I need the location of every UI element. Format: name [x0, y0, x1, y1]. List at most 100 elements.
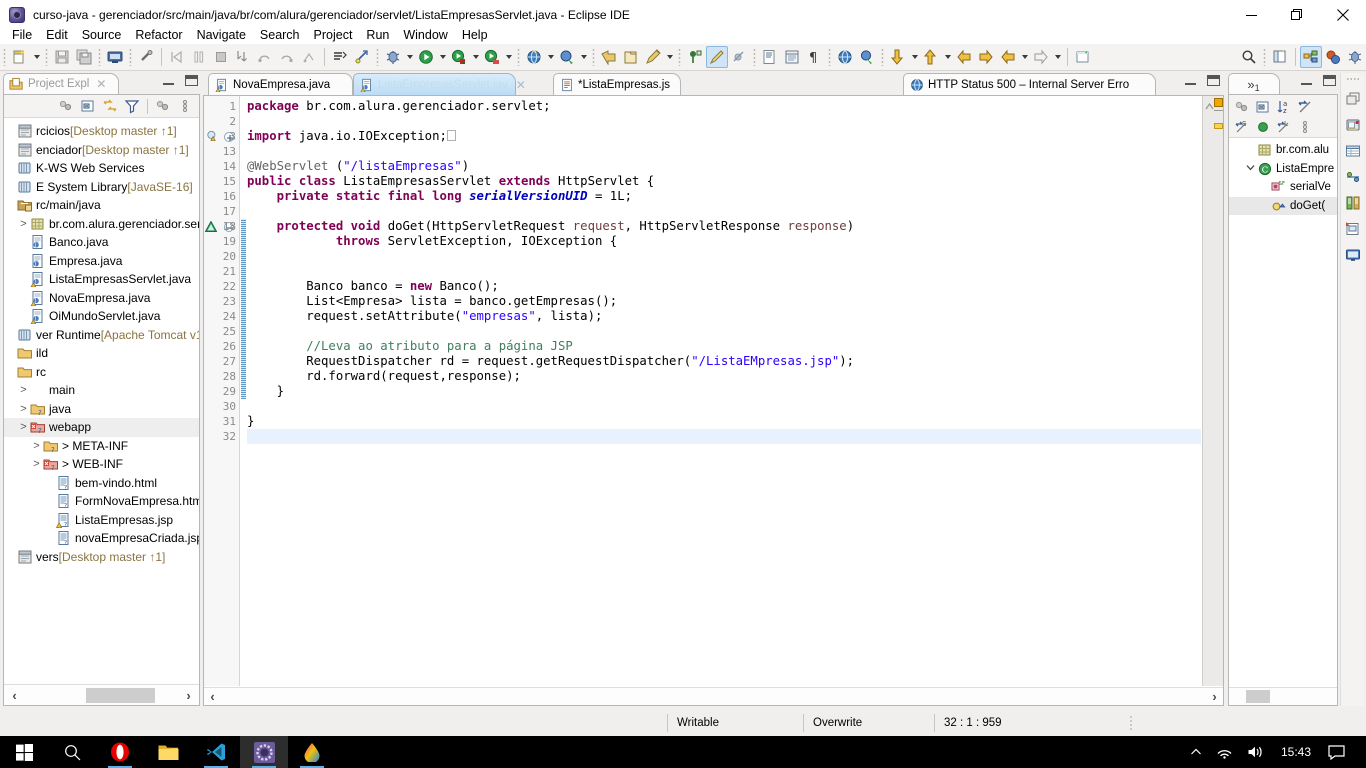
toolbar-grip-5[interactable]	[376, 48, 379, 66]
tree-item[interactable]: rc/main/java	[4, 196, 199, 215]
view-menu-dots-icon[interactable]	[1232, 97, 1252, 116]
last-edit-location-icon[interactable]	[997, 46, 1019, 68]
previous-annotation-dropdown-icon[interactable]	[942, 46, 953, 68]
open-browser-icon[interactable]	[523, 46, 545, 68]
view-menu-dots-2-icon[interactable]	[153, 96, 173, 116]
forward-icon[interactable]	[975, 46, 997, 68]
wifi-icon[interactable]	[1209, 736, 1240, 768]
link-broken-icon[interactable]	[135, 46, 157, 68]
view-menu-dots-icon[interactable]	[56, 96, 76, 116]
new-wizard-dropdown-icon[interactable]	[31, 46, 42, 68]
editor-hscroll-track[interactable]	[221, 689, 1206, 704]
debug-dropdown-icon[interactable]	[404, 46, 415, 68]
outline-item[interactable]: C ListaEmpre	[1229, 160, 1337, 179]
toolbar-grip-7[interactable]	[592, 48, 595, 66]
tree-expand-arrow-icon[interactable]: >	[17, 384, 30, 396]
data-source-explorer-icon[interactable]	[1342, 165, 1364, 188]
code-line[interactable]: }	[247, 384, 1201, 399]
code-line[interactable]: throws ServletException, IOException {	[247, 234, 1201, 249]
taskbar-eclipse-icon[interactable]	[240, 736, 288, 768]
menu-help[interactable]: Help	[455, 27, 495, 43]
save-all-icon[interactable]	[73, 46, 95, 68]
overview-marker-warning[interactable]	[1214, 98, 1223, 107]
collapsed-imports-box[interactable]	[446, 130, 456, 141]
code-line[interactable]: }	[247, 414, 1201, 429]
drop-to-frame-icon[interactable]	[298, 46, 320, 68]
tree-item[interactable]: J NovaEmpresa.java	[4, 289, 199, 308]
debug-server-icon[interactable]	[481, 46, 503, 68]
editor-tab[interactable]: J NovaEmpresa.java	[208, 73, 353, 95]
console-view-icon[interactable]	[1342, 243, 1364, 266]
open-type-icon[interactable]	[598, 46, 620, 68]
new-wizard-icon[interactable]	[9, 46, 31, 68]
project-tree-hscrollbar[interactable]: ‹ ›	[4, 684, 199, 705]
toolbar-grip-4[interactable]	[129, 48, 132, 66]
code-line[interactable]: protected void doGet(HttpServletRequest …	[247, 219, 1201, 234]
speaker-icon[interactable]	[1240, 736, 1271, 768]
tree-item[interactable]: enciador [Desktop master ↑1]	[4, 141, 199, 160]
perspective-debug-icon[interactable]	[1344, 46, 1366, 68]
close-icon[interactable]: ✕	[516, 78, 526, 92]
chevron-right-icon[interactable]: ›	[1206, 688, 1223, 705]
toolbar-grip-6[interactable]	[517, 48, 520, 66]
search-icon[interactable]	[1238, 46, 1260, 68]
debug-server-dropdown-icon[interactable]	[503, 46, 514, 68]
toggle-mark-occurrences-icon[interactable]	[706, 46, 728, 68]
new-perspective-icon[interactable]	[1269, 46, 1291, 68]
open-browser-dropdown-icon[interactable]	[545, 46, 556, 68]
new-class-icon[interactable]	[351, 46, 373, 68]
code-line[interactable]	[247, 114, 1201, 129]
tree-item[interactable]: J Banco.java	[4, 233, 199, 252]
toolbar-grip-12[interactable]	[1263, 48, 1266, 66]
code-line[interactable]: public class ListaEmpresasServlet extend…	[247, 174, 1201, 189]
tree-expand-arrow-icon[interactable]: >	[30, 440, 43, 452]
editor-tab[interactable]: J ListaEmpresasServlet.jav ✕	[353, 73, 526, 95]
run-server-dropdown-icon[interactable]	[470, 46, 481, 68]
tree-item[interactable]: ? FormNovaEmpresa.html	[4, 492, 199, 511]
save-icon[interactable]	[51, 46, 73, 68]
perspective-java-icon[interactable]	[1322, 46, 1344, 68]
edit-icon[interactable]	[642, 46, 664, 68]
hide-static-icon[interactable]: S	[1232, 117, 1252, 136]
code-line[interactable]: Banco banco = new Banco();	[247, 279, 1201, 294]
menu-window[interactable]: Window	[396, 27, 454, 43]
new-html-icon[interactable]	[781, 46, 803, 68]
step-return-icon[interactable]	[276, 46, 298, 68]
collapse-all-icon[interactable]	[1253, 97, 1273, 116]
next-edit-location-icon[interactable]	[1030, 46, 1052, 68]
outline-item[interactable]: br.com.alu	[1229, 141, 1337, 160]
markers-view-icon[interactable]	[1342, 217, 1364, 240]
project-tree[interactable]: rcicios [Desktop master ↑1] enciador [Des…	[4, 119, 199, 683]
sort-icon[interactable]: az	[1274, 97, 1294, 116]
code-line[interactable]: request.setAttribute("empresas", lista);	[247, 309, 1201, 324]
toolbar-grip-11[interactable]	[881, 48, 884, 66]
tree-item[interactable]: >? java	[4, 400, 199, 419]
hscroll-track[interactable]	[23, 687, 180, 703]
code-line[interactable]: RequestDispatcher rd = request.getReques…	[247, 354, 1201, 369]
code-line[interactable]: private static final long serialVersionU…	[247, 189, 1201, 204]
code-line[interactable]: import java.io.IOException;	[247, 129, 1201, 144]
perspective-java-ee-icon[interactable]	[1300, 46, 1322, 68]
menu-navigate[interactable]: Navigate	[190, 27, 253, 43]
new-java-project-icon[interactable]	[329, 46, 351, 68]
terminate-icon[interactable]	[210, 46, 232, 68]
hide-fields-icon[interactable]	[1295, 97, 1315, 116]
menu-file[interactable]: File	[5, 27, 39, 43]
code-line[interactable]: rd.forward(request,response);	[247, 369, 1201, 384]
start-button[interactable]	[0, 736, 48, 768]
next-annotation-dropdown-icon[interactable]	[909, 46, 920, 68]
tree-item[interactable]: rcicios [Desktop master ↑1]	[4, 122, 199, 141]
validate-dropdown-icon[interactable]	[578, 46, 589, 68]
tree-expand-arrow-icon[interactable]: >	[17, 218, 30, 230]
toolbar-grip[interactable]	[3, 48, 6, 66]
tree-item[interactable]: ild	[4, 344, 199, 363]
open-task-icon[interactable]	[620, 46, 642, 68]
taskbar-vscode-icon[interactable]	[192, 736, 240, 768]
tree-item[interactable]: ? novaEmpresaCriada.jsp	[4, 529, 199, 548]
tree-item[interactable]: >? > META-INF	[4, 437, 199, 456]
editor-gutter[interactable]: 1 2 3 13 14 15 16 17 18 19 20 21 22 23 24 25 26 27 28 29 30 3…	[204, 96, 240, 686]
tree-expand-arrow-icon[interactable]: >	[17, 403, 30, 415]
outline-item[interactable]: S FserialVe	[1229, 178, 1337, 197]
editor-tab[interactable]: *ListaEmpresas.js	[553, 73, 681, 95]
tree-item[interactable]: E System Library [JavaSE-16]	[4, 178, 199, 197]
